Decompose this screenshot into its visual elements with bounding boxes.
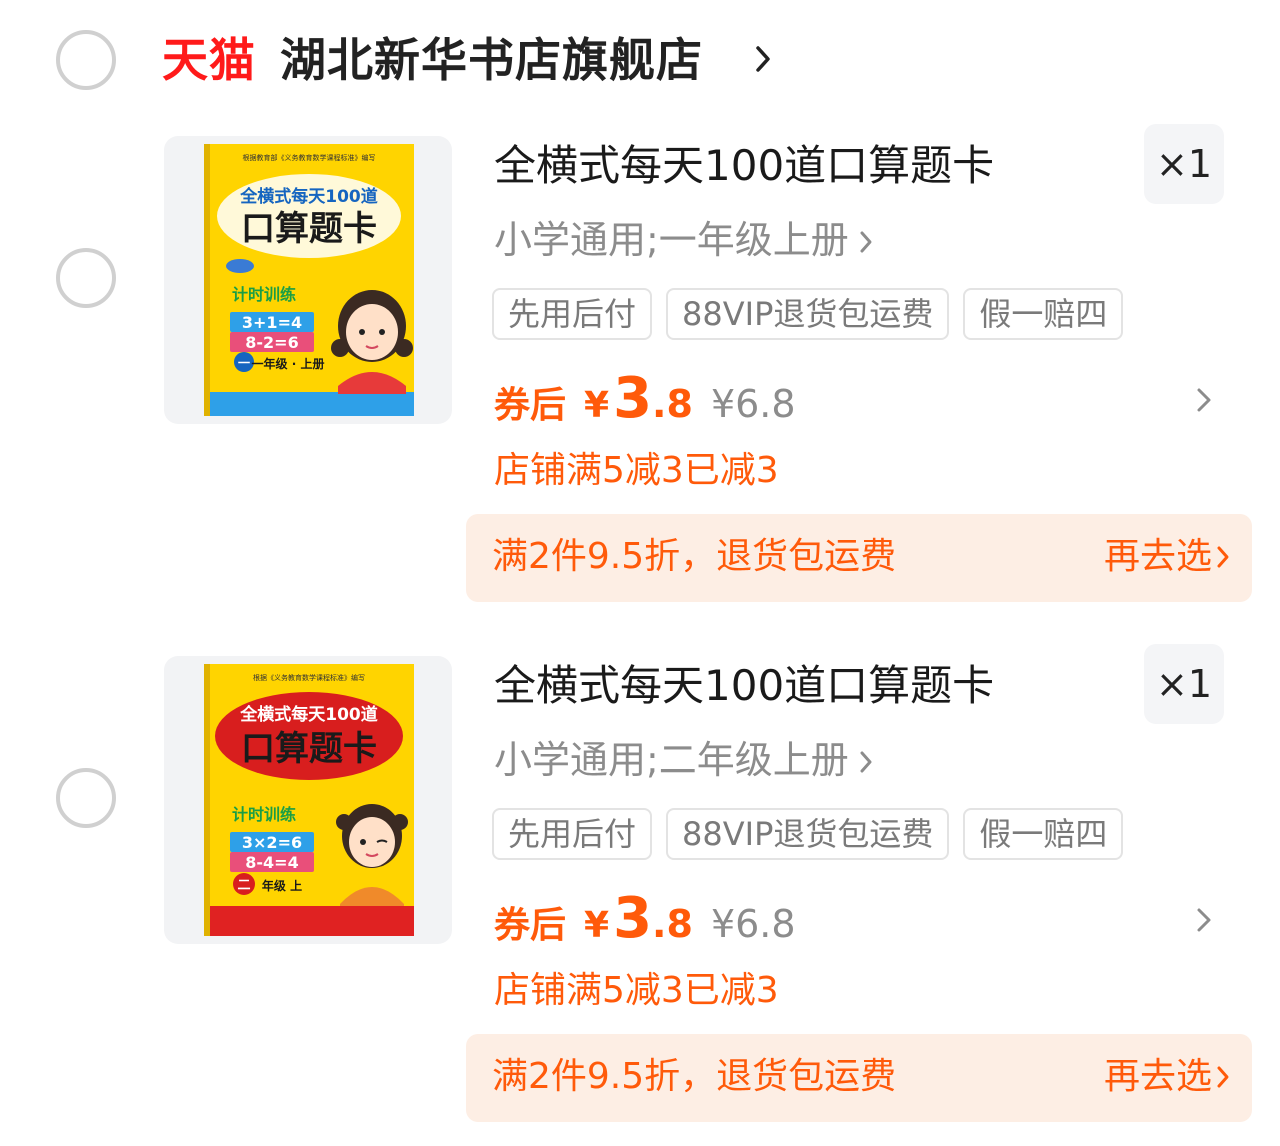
price-decimal: .8 [652,902,693,946]
promo-banner[interactable]: 满2件9.5折，退货包运费 再去选 [466,514,1252,602]
product-thumbnail[interactable]: 根据教育部《义务教育数学课程标准》编写 全横式每天100道 口算题卡 计时训练 … [164,136,452,424]
quantity-button[interactable]: ×1 [1144,124,1224,204]
chevron-right-icon [1217,546,1229,568]
cover-eq2: 8-4=4 [245,853,298,872]
cover-top-text: 根据《义务教育数学课程标准》编写 [253,673,365,682]
price-row[interactable]: 券后 ¥3.8 ¥6.8 [494,886,796,956]
price-currency: ¥ [584,905,610,946]
variant-label: 小学通用;一年级上册 [494,218,849,262]
item-select-radio[interactable] [56,768,116,828]
shop-select-radio[interactable] [56,30,116,90]
cart-item: 根据《义务教育数学课程标准》编写 全横式每天100道 口算题卡 计时训练 3×2… [0,640,1280,1140]
promo-action-link[interactable]: 再去选 [1104,532,1212,582]
price-decimal: .8 [652,382,693,426]
price-currency: ¥ [584,385,610,426]
promo-action-link[interactable]: 再去选 [1104,1052,1212,1102]
variant-selector[interactable]: 小学通用;一年级上册 [494,214,873,266]
service-tag: 假一赔四 [963,808,1124,860]
cover-eq1: 3+1=4 [242,313,302,332]
cover-grade-badge: 一 [238,356,250,370]
chevron-right-icon[interactable] [1196,906,1212,934]
shop-discount-text: 店铺满5减3已减3 [494,450,779,491]
promo-text: 满2件9.5折，退货包运费 [492,536,897,577]
cover-top-text: 根据教育部《义务教育数学课程标准》编写 [243,153,376,162]
price-label: 券后 [494,385,567,426]
service-tags: 先用后付 88VIP退货包运费 假一赔四 [492,288,1124,340]
original-price: ¥6.8 [710,382,796,426]
cart-item: 根据教育部《义务教育数学课程标准》编写 全横式每天100道 口算题卡 计时训练 … [0,120,1280,620]
price-label: 券后 [494,905,567,946]
shop-name-link[interactable]: 湖北新华书店旗舰店 [280,30,703,90]
variant-selector[interactable]: 小学通用;二年级上册 [494,734,873,786]
chevron-right-icon [860,231,872,253]
shop-header: 天猫 湖北新华书店旗舰店 [0,0,1280,120]
chevron-right-icon [1217,1066,1229,1088]
original-price: ¥6.8 [710,902,796,946]
service-tag: 88VIP退货包运费 [666,288,950,340]
service-tag: 先用后付 [492,808,653,860]
price-integer: 3 [613,886,653,951]
item-select-radio[interactable] [56,248,116,308]
quantity-button[interactable]: ×1 [1144,644,1224,724]
promo-banner[interactable]: 满2件9.5折，退货包运费 再去选 [466,1034,1252,1122]
chevron-right-icon[interactable] [1196,386,1212,414]
service-tags: 先用后付 88VIP退货包运费 假一赔四 [492,808,1124,860]
service-tag: 先用后付 [492,288,653,340]
cover-main: 口算题卡 [241,209,377,249]
product-title[interactable]: 全横式每天100道口算题卡 [494,138,994,194]
service-tag: 88VIP退货包运费 [666,808,950,860]
cover-series: 全横式每天100道 [239,186,378,207]
variant-label: 小学通用;二年级上册 [494,738,849,782]
cover-eq2: 8-2=6 [245,333,298,352]
cover-main: 口算题卡 [241,729,377,769]
promo-text: 满2件9.5折，退货包运费 [492,1056,897,1097]
chevron-right-icon [860,751,872,773]
cover-grade-badge: 二 [237,878,250,893]
tmall-logo: 天猫 [162,33,256,87]
cover-grade: 一年级 · 上册 [252,356,325,371]
cover-training: 计时训练 [232,805,296,824]
product-title[interactable]: 全横式每天100道口算题卡 [494,658,994,714]
cover-series: 全横式每天100道 [239,704,378,725]
product-thumbnail[interactable]: 根据《义务教育数学课程标准》编写 全横式每天100道 口算题卡 计时训练 3×2… [164,656,452,944]
price-integer: 3 [613,366,653,431]
service-tag: 假一赔四 [963,288,1124,340]
cover-grade: 年级 上 [262,878,302,893]
price-row[interactable]: 券后 ¥3.8 ¥6.8 [494,366,796,436]
cover-training: 计时训练 [232,285,296,304]
cover-eq1: 3×2=6 [242,833,302,852]
chevron-right-icon[interactable] [755,44,771,74]
shop-discount-text: 店铺满5减3已减3 [494,970,779,1011]
